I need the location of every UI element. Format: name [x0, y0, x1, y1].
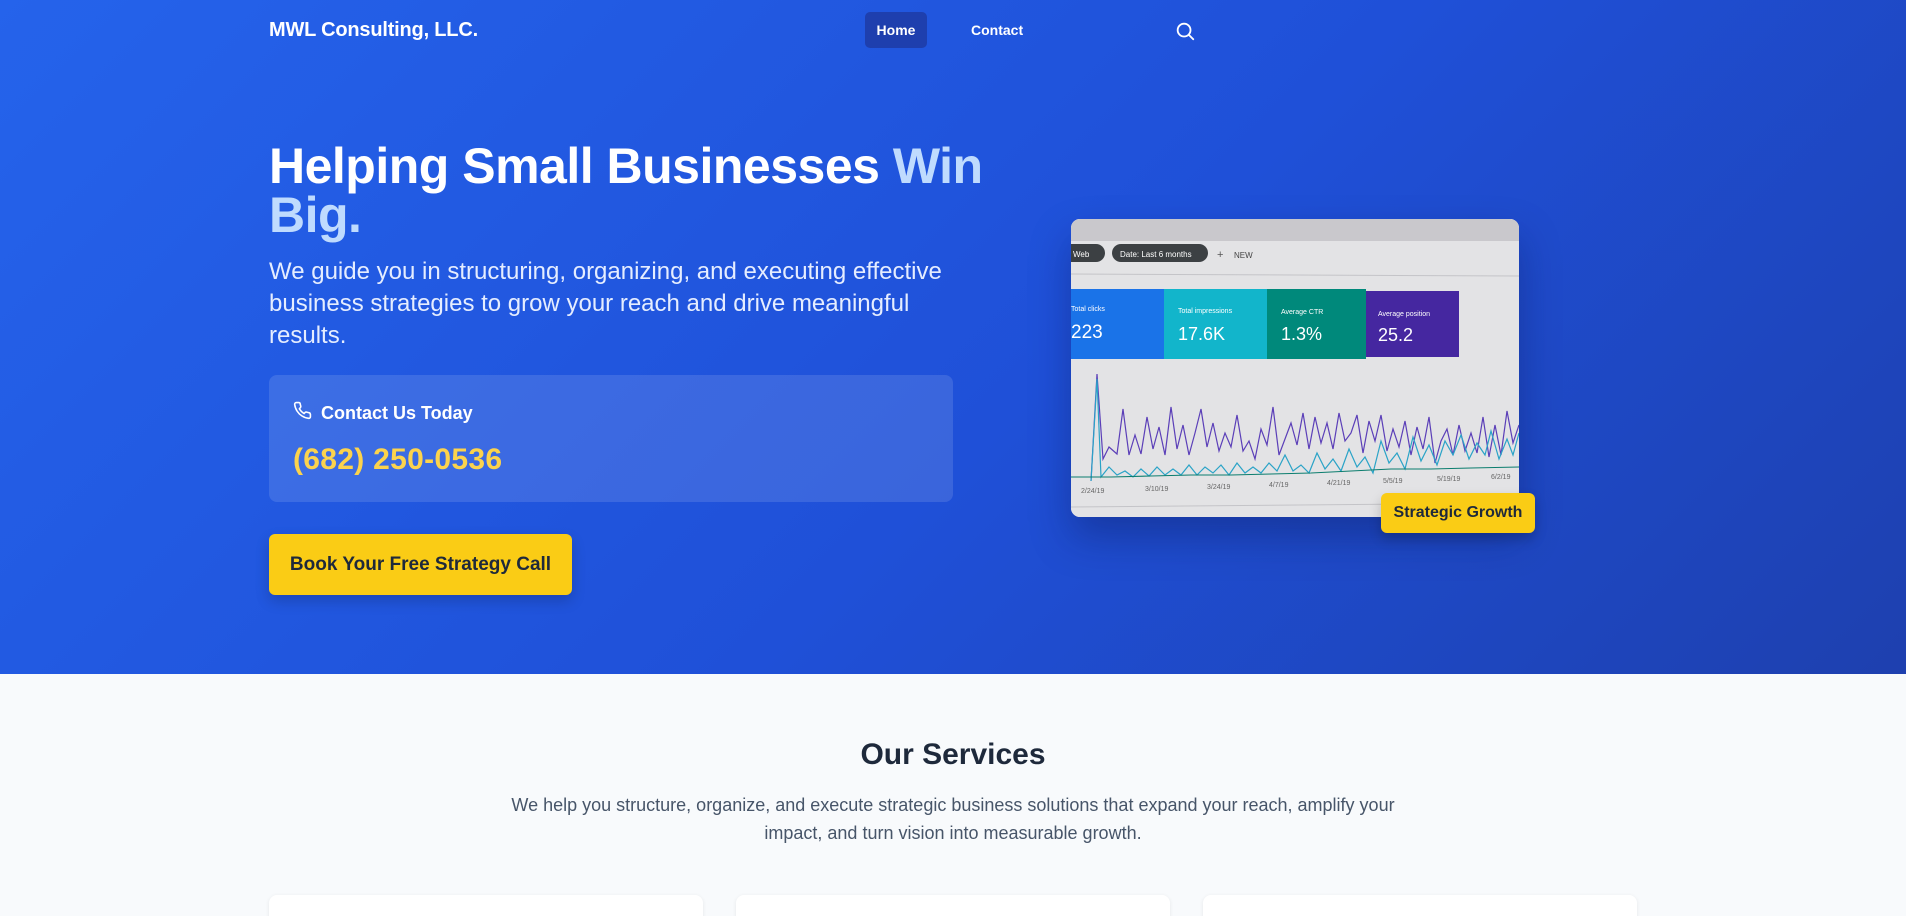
- filter-chip-new: NEW: [1234, 251, 1253, 260]
- service-card[interactable]: [736, 895, 1170, 916]
- axis-date-3: 3/24/19: [1207, 484, 1230, 491]
- headline-main: Helping Small Businesses: [269, 138, 893, 194]
- metric-value-impressions: 17.6K: [1178, 324, 1225, 344]
- contact-card-heading: Contact Us Today: [293, 401, 473, 425]
- axis-date-1: 2/24/19: [1081, 488, 1104, 495]
- metric-value-position: 25.2: [1378, 325, 1413, 345]
- hero-subtext: We guide you in structuring, organizing,…: [269, 258, 942, 349]
- phone-icon: [293, 401, 312, 425]
- services-title: Our Services: [860, 738, 1046, 771]
- book-strategy-call-button[interactable]: Book Your Free Strategy Call: [269, 534, 572, 595]
- filter-chip-date: Date: Last 6 months: [1120, 250, 1192, 259]
- metric-label-clicks: Total clicks: [1071, 306, 1105, 313]
- services-description: We help you structure, organize, and exe…: [511, 795, 1395, 843]
- strategic-growth-badge: Strategic Growth: [1381, 493, 1535, 533]
- svg-text:+: +: [1217, 249, 1223, 261]
- service-card[interactable]: [1203, 895, 1637, 916]
- axis-date-2: 3/10/19: [1145, 486, 1168, 493]
- brand-logo[interactable]: MWL Consulting, LLC.: [269, 19, 478, 42]
- metric-value-clicks: 223: [1071, 322, 1103, 343]
- contact-card: Contact Us Today (682) 250-0536: [269, 375, 953, 502]
- search-icon[interactable]: [1174, 20, 1196, 42]
- service-card[interactable]: [269, 895, 703, 916]
- hero-headline: Helping Small Businesses Win Big.: [269, 141, 989, 240]
- axis-date-5: 4/21/19: [1327, 480, 1350, 487]
- filter-chip-web: Web: [1073, 250, 1090, 259]
- phone-number-link[interactable]: (682) 250-0536: [293, 443, 502, 477]
- contact-heading-label: Contact Us Today: [321, 402, 473, 423]
- axis-date-4: 4/7/19: [1269, 482, 1289, 489]
- axis-date-7: 5/19/19: [1437, 476, 1460, 483]
- hero-section: MWL Consulting, LLC. Home Contact Helpin…: [0, 0, 1906, 674]
- analytics-dashboard-image: Web Date: Last 6 months + NEW Total clic…: [1071, 219, 1519, 517]
- axis-date-8: 6/2/19: [1491, 474, 1511, 481]
- axis-date-6: 5/5/19: [1383, 478, 1403, 485]
- nav-contact-link[interactable]: Contact: [971, 12, 1023, 48]
- metric-label-impressions: Total impressions: [1178, 308, 1233, 315]
- metric-label-position: Average position: [1378, 311, 1430, 318]
- metric-label-ctr: Average CTR: [1281, 309, 1323, 316]
- metric-value-ctr: 1.3%: [1281, 324, 1322, 344]
- nav-home-link[interactable]: Home: [865, 12, 927, 48]
